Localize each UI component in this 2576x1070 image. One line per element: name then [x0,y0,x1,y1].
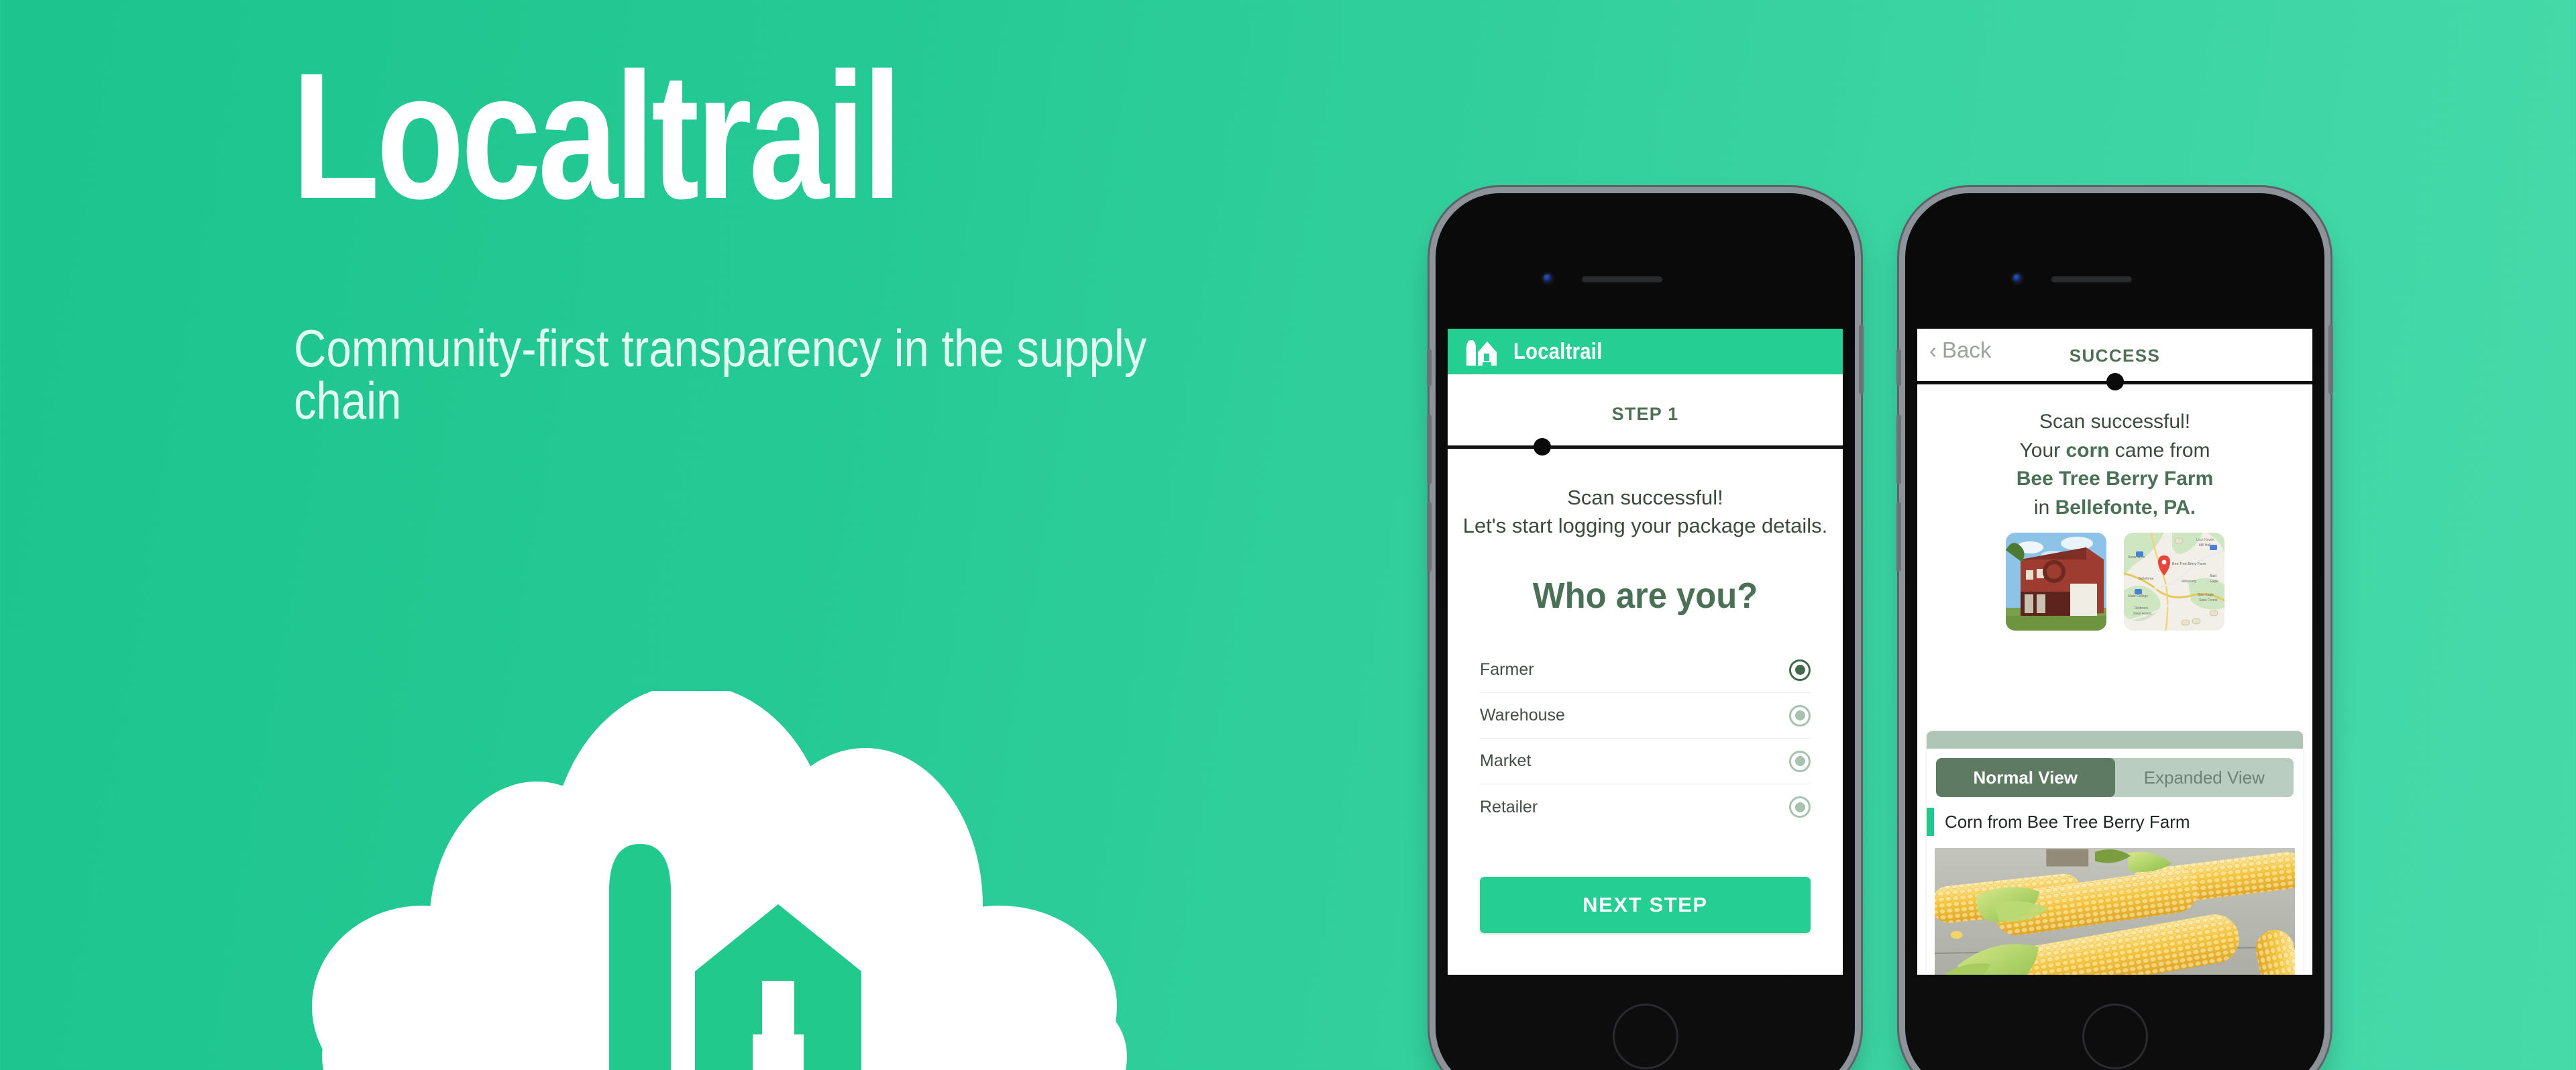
scan-message: Scan successful! Let's start logging you… [1448,484,1843,540]
phone-mockup-success: ‹ Back SUCCESS Scan successful! Your cor… [1896,193,2333,1070]
barn-photo[interactable] [2005,533,2106,631]
product-name: corn [2065,439,2110,462]
success-line-3: Bee Tree Berry Farm [1917,465,2312,494]
tab-expanded-view[interactable]: Expanded View [2115,758,2294,797]
role-option-list: Farmer Warehouse Market Retailer [1480,647,1811,830]
svg-text:State College: State College [2128,594,2148,598]
map-pin-label: Bee Tree Berry Farm [2172,562,2206,566]
role-option-warehouse[interactable]: Warehouse [1480,693,1811,739]
hero-section: Localtrail Community-first transparency … [0,0,1342,1070]
phone-mockup-onboarding: Localtrail STEP 1 Scan successful! Let's… [1427,193,1864,1070]
role-option-label: Farmer [1480,660,1534,680]
home-button[interactable] [1612,1004,1678,1069]
volume-down-button[interactable] [1427,502,1432,572]
power-button[interactable] [2328,325,2333,394]
nav-bar: ‹ Back SUCCESS [1917,329,2312,372]
svg-text:Rothrock: Rothrock [2135,606,2149,610]
svg-text:State Forest: State Forest [2133,612,2152,616]
card-handle [1927,731,2303,749]
cloud-barn-silo-logo [221,691,1228,1070]
barn-silo-icon [1466,340,1497,366]
view-card: Normal View Expanded View Corn from Bee … [1927,731,2303,975]
step-progress-bar [1448,438,1843,456]
svg-text:State Forest: State Forest [2199,598,2218,602]
app-bar: Localtrail [1448,329,1843,374]
success-line-1: Scan successful! [2039,411,2191,433]
svg-text:Mill Hall: Mill Hall [2199,543,2211,547]
view-tabs: Normal View Expanded View [1936,758,2294,797]
phone-1-screen: Localtrail STEP 1 Scan successful! Let's… [1448,329,1843,975]
farm-name: Bee Tree Berry Farm [2016,468,2214,490]
success-line-2: Your corn came from [2019,439,2210,462]
role-option-label: Market [1480,751,1532,771]
step-progress-bar [1917,373,2312,390]
home-button[interactable] [2082,1004,2148,1069]
earpiece-speaker [1582,276,1662,282]
radio-button[interactable] [1789,704,1811,727]
page-title: Localtrail [292,35,902,236]
tab-normal-view[interactable]: Normal View [1936,758,2115,797]
svg-text:Milesburg: Milesburg [2182,580,2196,584]
success-message: Scan successful! Your corn came from Bee… [1917,408,2312,522]
back-button-label: Back [1942,337,1992,362]
farm-location: Bellefonte, PA. [2055,496,2196,519]
progress-dot [1534,438,1552,456]
who-are-you-heading: Who are you? [1532,576,1758,617]
svg-text:Eagle: Eagle [2210,580,2218,584]
radio-button[interactable] [1789,796,1811,818]
map-thumbnail[interactable]: Lock Haven Mill Hall Snow Shoe Bellefont… [2123,533,2224,631]
next-step-button[interactable]: NEXT STEP [1480,877,1811,933]
role-option-label: Retailer [1480,797,1538,816]
app-bar-title: Localtrail [1513,338,1603,364]
radio-button-selected[interactable] [1789,659,1811,681]
back-button[interactable]: ‹ Back [1929,337,1991,363]
scan-message-line-1: Scan successful! [1567,486,1723,509]
role-option-farmer[interactable]: Farmer [1480,647,1811,694]
role-option-market[interactable]: Market [1480,739,1811,785]
phone-2-screen: ‹ Back SUCCESS Scan successful! Your cor… [1917,329,2312,975]
list-accent-bar [1927,808,1934,836]
list-item-label: Corn from Bee Tree Berry Farm [1945,811,2190,832]
svg-text:Bald: Bald [2210,574,2216,578]
volume-down-button[interactable] [1896,502,1901,572]
scan-message-line-2: Let's start logging your package details… [1462,514,1828,538]
svg-text:Lock Haven: Lock Haven [2196,538,2214,542]
earpiece-speaker [2051,276,2132,282]
role-option-retailer[interactable]: Retailer [1480,784,1811,830]
corn-cobs-photo [1935,848,2295,975]
radio-button[interactable] [1789,750,1811,772]
thumbnail-row: Lock Haven Mill Hall Snow Shoe Bellefont… [1917,533,2312,631]
front-camera-icon [1543,274,1552,283]
step-label: STEP 1 [1611,404,1679,424]
front-camera-icon [2012,274,2022,283]
list-item[interactable]: Corn from Bee Tree Berry Farm [1927,808,2303,836]
progress-dot [2106,373,2124,390]
progress-track [1448,445,1843,449]
svg-text:Bald Eagle: Bald Eagle [2198,593,2214,597]
svg-text:Bellefonte: Bellefonte [2139,577,2153,581]
power-button[interactable] [1859,325,1864,394]
success-line-4: in Bellefonte, PA. [2033,496,2196,519]
role-option-label: Warehouse [1480,706,1565,725]
chevron-left-icon: ‹ [1929,337,1937,363]
page-subtitle: Community-first transparency in the supp… [294,319,1147,430]
